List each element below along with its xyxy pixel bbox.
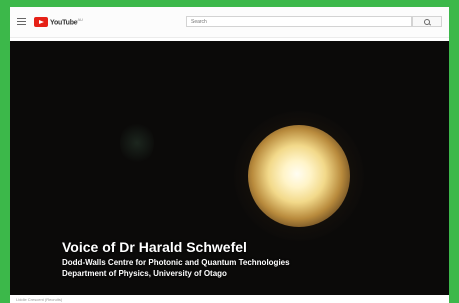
youtube-header: YouTubeAU xyxy=(10,7,449,38)
youtube-play-icon xyxy=(34,17,48,27)
video-player[interactable]: Voice of Dr Harald Schwefel Dodd-Walls C… xyxy=(10,41,449,295)
search-icon xyxy=(424,18,430,25)
video-info-text: Liddle Crescent (Recruits) xyxy=(16,297,63,302)
search-input[interactable] xyxy=(186,16,412,27)
glowing-light-orb xyxy=(248,125,350,227)
browser-page: YouTubeAU Voice of Dr Harald Schwefel Do… xyxy=(10,7,449,303)
caption-affiliation: Dodd-Walls Centre for Photonic and Quant… xyxy=(62,258,290,267)
caption-speaker-name: Voice of Dr Harald Schwefel xyxy=(62,239,247,255)
youtube-logo[interactable]: YouTubeAU xyxy=(34,15,83,29)
youtube-logo-text: YouTubeAU xyxy=(50,17,83,27)
faint-light-spot xyxy=(120,121,154,165)
caption-department: Department of Physics, University of Ota… xyxy=(62,269,227,278)
search-button[interactable] xyxy=(412,16,442,27)
hamburger-menu-icon[interactable] xyxy=(17,18,26,25)
